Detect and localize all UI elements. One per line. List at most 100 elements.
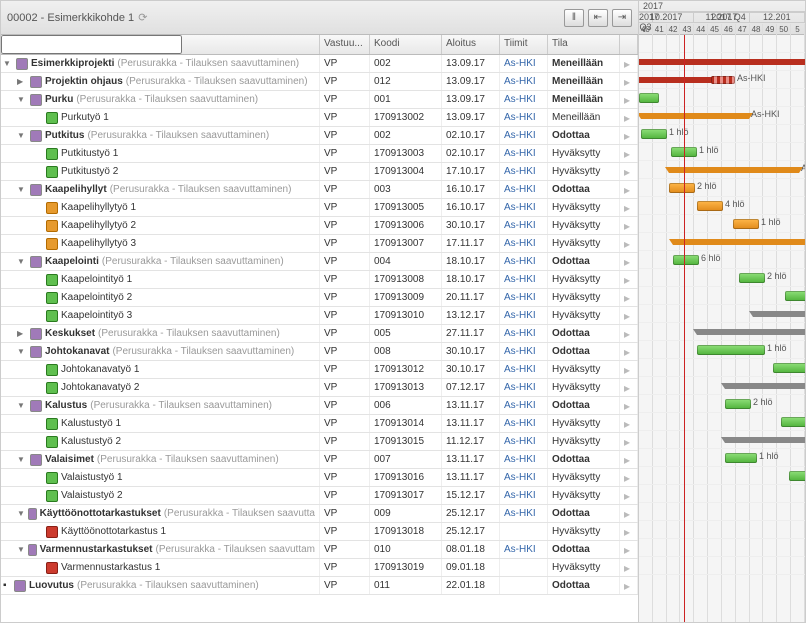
row-arrow-icon[interactable]: ▸ bbox=[624, 417, 630, 431]
task-row[interactable]: ▼Johtokanavat (Perusurakka - Tilauksen s… bbox=[1, 343, 638, 361]
gantt-bar[interactable] bbox=[725, 453, 757, 463]
task-row[interactable]: Kaapelihyllytyö 3VP17091300717.11.17As-H… bbox=[1, 235, 638, 253]
row-arrow-icon[interactable]: ▸ bbox=[624, 363, 630, 377]
task-row[interactable]: ▶Projektin ohjaus (Perusurakka - Tilauks… bbox=[1, 73, 638, 91]
gantt-row[interactable]: 2 hlö bbox=[639, 179, 805, 197]
gantt-row[interactable] bbox=[639, 35, 805, 53]
gantt-row[interactable] bbox=[639, 521, 805, 539]
gantt-row[interactable] bbox=[639, 539, 805, 557]
summary-bar[interactable] bbox=[673, 239, 805, 245]
gantt-row[interactable]: 1 hlö bbox=[639, 143, 805, 161]
row-arrow-icon[interactable]: ▸ bbox=[624, 129, 630, 143]
task-row[interactable]: Käyttöönottotarkastus 1VP17091301825.12.… bbox=[1, 523, 638, 541]
expander-icon[interactable]: ▼ bbox=[3, 59, 13, 68]
gantt-row[interactable]: As-HKI bbox=[639, 71, 805, 89]
gantt-row[interactable]: 4 hlö bbox=[639, 197, 805, 215]
row-arrow-icon[interactable]: ▸ bbox=[624, 57, 630, 71]
row-arrow-icon[interactable]: ▸ bbox=[624, 381, 630, 395]
row-arrow-icon[interactable]: ▸ bbox=[624, 111, 630, 125]
task-row[interactable]: Varmennustarkastus 1VP17091301909.01.18H… bbox=[1, 559, 638, 577]
pause-button[interactable]: ‖ bbox=[564, 9, 584, 27]
expander-icon[interactable]: ▼ bbox=[17, 545, 25, 554]
task-row[interactable]: ▼Käyttöönottotarkastukset (Perusurakka -… bbox=[1, 505, 638, 523]
task-row[interactable]: ▼Putkitus (Perusurakka - Tilauksen saavu… bbox=[1, 127, 638, 145]
gantt-row[interactable] bbox=[639, 287, 805, 305]
gantt-bar[interactable] bbox=[639, 93, 659, 103]
gantt-row[interactable]: 1 hlö bbox=[639, 341, 805, 359]
expander-icon[interactable]: ▼ bbox=[17, 95, 27, 104]
row-arrow-icon[interactable]: ▸ bbox=[624, 255, 630, 269]
gantt-row[interactable]: As-HKI bbox=[639, 161, 805, 179]
task-row[interactable]: Putkitustyö 1VP17091300302.10.17As-HKIHy… bbox=[1, 145, 638, 163]
row-arrow-icon[interactable]: ▸ bbox=[624, 399, 630, 413]
row-arrow-icon[interactable]: ▸ bbox=[624, 345, 630, 359]
search-input[interactable] bbox=[1, 35, 182, 54]
row-arrow-icon[interactable]: ▸ bbox=[624, 237, 630, 251]
gantt-row[interactable] bbox=[639, 89, 805, 107]
row-arrow-icon[interactable]: ▸ bbox=[624, 291, 630, 305]
row-arrow-icon[interactable]: ▸ bbox=[624, 543, 630, 557]
task-row[interactable]: ▼Valaisimet (Perusurakka - Tilauksen saa… bbox=[1, 451, 638, 469]
gantt-row[interactable] bbox=[639, 503, 805, 521]
gantt-row[interactable] bbox=[639, 467, 805, 485]
task-row[interactable]: ▼Kalustus (Perusurakka - Tilauksen saavu… bbox=[1, 397, 638, 415]
task-row[interactable]: Kaapelointityö 2VP17091300920.11.17As-HK… bbox=[1, 289, 638, 307]
gantt-bar[interactable] bbox=[697, 201, 723, 211]
task-row[interactable]: ▼Purku (Perusurakka - Tilauksen saavutta… bbox=[1, 91, 638, 109]
gantt-row[interactable] bbox=[639, 485, 805, 503]
gantt-row[interactable]: 2 hlö bbox=[639, 395, 805, 413]
row-arrow-icon[interactable]: ▸ bbox=[624, 327, 630, 341]
row-arrow-icon[interactable]: ▸ bbox=[624, 273, 630, 287]
task-row[interactable]: ▼Varmennustarkastukset (Perusurakka - Ti… bbox=[1, 541, 638, 559]
row-arrow-icon[interactable]: ▸ bbox=[624, 165, 630, 179]
expander-icon[interactable]: ▶ bbox=[17, 77, 27, 86]
indent-right-button[interactable]: ⇥ bbox=[612, 9, 632, 27]
summary-bar[interactable] bbox=[725, 383, 805, 389]
gantt-bar[interactable] bbox=[773, 363, 805, 373]
summary-bar[interactable] bbox=[639, 59, 805, 65]
summary-bar[interactable] bbox=[641, 113, 749, 119]
gantt-row[interactable]: 1 hlö bbox=[639, 125, 805, 143]
row-arrow-icon[interactable]: ▸ bbox=[624, 525, 630, 539]
gantt-bar[interactable] bbox=[673, 255, 699, 265]
task-row[interactable]: Kaapelointityö 3VP17091301013.12.17As-HK… bbox=[1, 307, 638, 325]
row-arrow-icon[interactable]: ▸ bbox=[624, 561, 630, 575]
gantt-row[interactable] bbox=[639, 431, 805, 449]
task-row[interactable]: ▼Kaapelihyllyt (Perusurakka - Tilauksen … bbox=[1, 181, 638, 199]
task-row[interactable]: ▪Luovutus (Perusurakka - Tilauksen saavu… bbox=[1, 577, 638, 595]
gantt-row[interactable] bbox=[639, 323, 805, 341]
expander-icon[interactable]: ▼ bbox=[17, 347, 27, 356]
row-arrow-icon[interactable]: ▸ bbox=[624, 435, 630, 449]
summary-bar[interactable] bbox=[725, 437, 805, 443]
row-arrow-icon[interactable]: ▸ bbox=[624, 471, 630, 485]
task-row[interactable]: Kalustustyö 2VP17091301511.12.17As-HKIHy… bbox=[1, 433, 638, 451]
gantt-row[interactable]: 6 hlö bbox=[639, 251, 805, 269]
gantt-row[interactable] bbox=[639, 53, 805, 71]
task-row[interactable]: ▼Esimerkkiprojekti (Perusurakka - Tilauk… bbox=[1, 55, 638, 73]
summary-bar[interactable] bbox=[669, 167, 799, 173]
task-row[interactable]: Putkitustyö 2VP17091300417.10.17As-HKIHy… bbox=[1, 163, 638, 181]
expander-icon[interactable]: ▼ bbox=[17, 455, 27, 464]
gantt-bar[interactable] bbox=[739, 273, 765, 283]
indent-left-button[interactable]: ⇤ bbox=[588, 9, 608, 27]
gantt-row[interactable]: As-HKI bbox=[639, 107, 805, 125]
task-row[interactable]: Purkutyö 1VP17091300213.09.17As-HKIMenei… bbox=[1, 109, 638, 127]
task-row[interactable]: Kaapelointityö 1VP17091300818.10.17As-HK… bbox=[1, 271, 638, 289]
gantt-body[interactable]: As-HKIAs-HKI1 hlö1 hlöAs-HKI2 hlö4 hlö1 … bbox=[639, 35, 805, 622]
summary-bar[interactable] bbox=[697, 329, 805, 335]
gantt-row[interactable]: 2 hlö bbox=[639, 269, 805, 287]
task-row[interactable]: Johtokanavatyö 2VP17091301307.12.17As-HK… bbox=[1, 379, 638, 397]
gantt-row[interactable] bbox=[639, 557, 805, 575]
gantt-bar[interactable] bbox=[697, 345, 765, 355]
row-arrow-icon[interactable]: ▸ bbox=[624, 453, 630, 467]
row-arrow-icon[interactable]: ▸ bbox=[624, 147, 630, 161]
task-row[interactable]: ▼Kaapelointi (Perusurakka - Tilauksen sa… bbox=[1, 253, 638, 271]
row-arrow-icon[interactable]: ▸ bbox=[624, 489, 630, 503]
gantt-bar[interactable] bbox=[789, 471, 805, 481]
row-arrow-icon[interactable]: ▸ bbox=[624, 183, 630, 197]
task-row[interactable]: Kaapelihyllytyö 1VP17091300516.10.17As-H… bbox=[1, 199, 638, 217]
gantt-bar[interactable] bbox=[641, 129, 667, 139]
task-row[interactable]: Johtokanavatyö 1VP17091301230.10.17As-HK… bbox=[1, 361, 638, 379]
row-arrow-icon[interactable]: ▸ bbox=[624, 507, 630, 521]
row-arrow-icon[interactable]: ▸ bbox=[624, 309, 630, 323]
